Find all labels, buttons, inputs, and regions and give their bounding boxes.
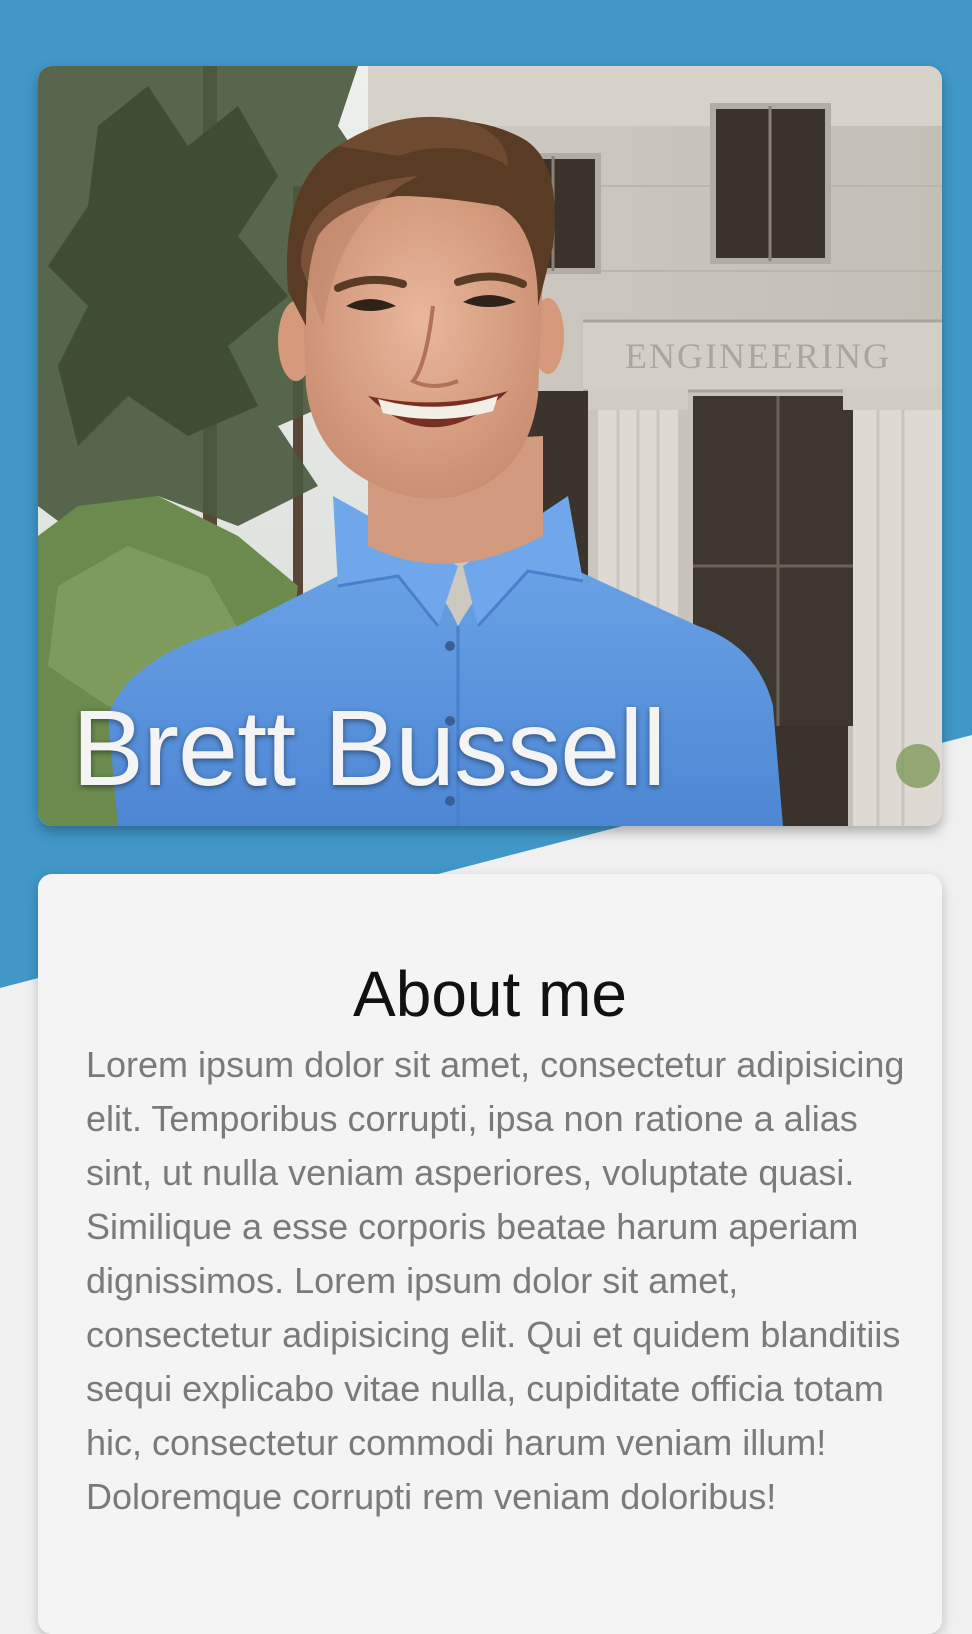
about-card: About me Lorem ipsum dolor sit amet, con… bbox=[38, 874, 942, 1634]
profile-hero-card: ENGINEERING Brett Bussell bbox=[38, 66, 942, 826]
profile-name: Brett Bussell bbox=[72, 687, 666, 808]
building-sign-text: ENGINEERING bbox=[625, 336, 891, 376]
about-body-text: Lorem ipsum dolor sit amet, consectetur … bbox=[86, 1044, 905, 1517]
about-title: About me bbox=[353, 958, 627, 1030]
